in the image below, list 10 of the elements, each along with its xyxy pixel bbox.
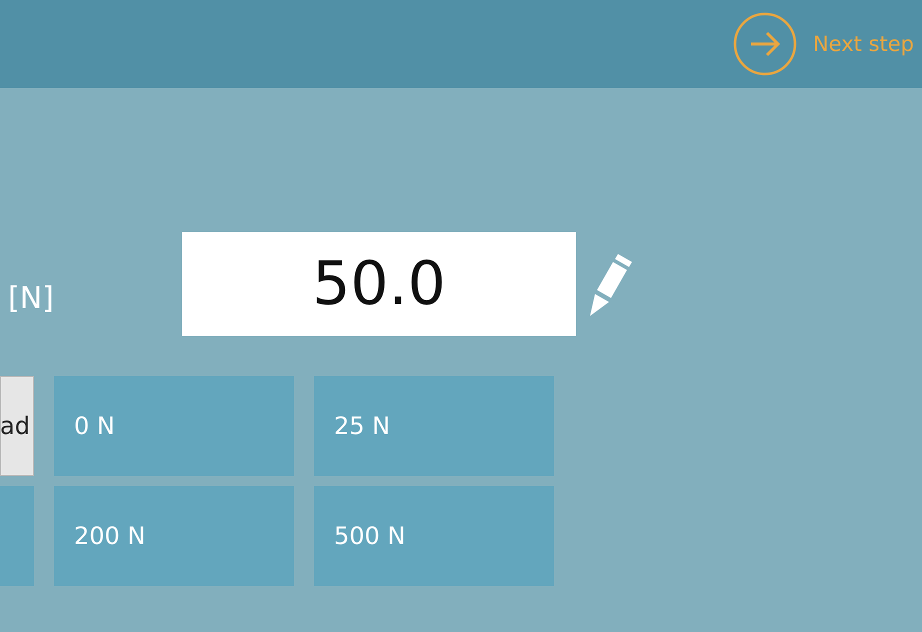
preset-button[interactable]: 25 N: [314, 376, 554, 476]
pencil-icon[interactable]: [588, 252, 634, 316]
preset-button[interactable]: 200 N: [54, 486, 294, 586]
arrow-circle-icon: [732, 12, 797, 76]
preset-button[interactable]: 500 N: [314, 486, 554, 586]
force-input-field[interactable]: 50.0: [182, 232, 576, 336]
preset-button[interactable]: ad: [0, 376, 34, 476]
next-step-button[interactable]: Next step: [732, 12, 914, 76]
preset-button[interactable]: 0 N: [54, 376, 294, 476]
unit-label: [N]: [8, 280, 55, 316]
